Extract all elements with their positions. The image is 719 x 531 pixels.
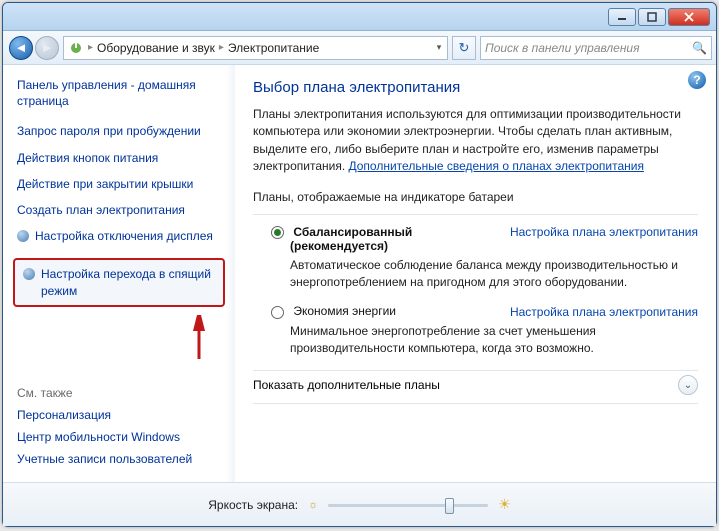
sidebar-item-display-off[interactable]: Настройка отключения дисплея — [17, 228, 231, 244]
main-panel: ? Выбор плана электропитания Планы элект… — [235, 65, 716, 482]
sidebar-item-create-plan[interactable]: Создать план электропитания — [17, 202, 231, 218]
slider-track — [328, 504, 488, 507]
sidebar-item-sleep[interactable]: Настройка перехода в спящий режим — [23, 266, 215, 298]
help-button[interactable]: ? — [688, 71, 706, 89]
bullet-icon — [23, 268, 35, 280]
footer-bar: Яркость экрана: ☼ ☀ — [3, 482, 716, 526]
see-also-mobility-center[interactable]: Центр мобильности Windows — [17, 430, 231, 444]
sidebar-item-password[interactable]: Запрос пароля при пробуждении — [17, 123, 231, 139]
see-also-heading: См. также — [17, 386, 231, 400]
arrow-left-icon: ◄ — [15, 40, 28, 55]
show-more-plans[interactable]: Показать дополнительные планы ⌄ — [253, 370, 698, 404]
power-plan-saver: Экономия энергии Настройка плана электро… — [271, 304, 698, 356]
arrow-right-icon: ► — [41, 40, 54, 55]
address-bar[interactable]: ▸ Оборудование и звук ▸ Электропитание ▾ — [63, 36, 448, 60]
plan-recommended-label: (рекомендуется) — [290, 239, 698, 253]
page-description: Планы электропитания используются для оп… — [253, 106, 698, 176]
see-also-personalization[interactable]: Персонализация — [17, 408, 231, 422]
plan-name: Экономия энергии — [293, 304, 396, 318]
maximize-button[interactable] — [638, 8, 666, 26]
divider — [253, 214, 698, 215]
brightness-label: Яркость экрана: — [208, 498, 298, 512]
sun-dim-icon: ☼ — [308, 499, 318, 511]
brightness-slider[interactable] — [328, 496, 488, 514]
chevron-down-icon: ⌄ — [678, 375, 698, 395]
refresh-button[interactable]: ↻ — [452, 36, 476, 60]
plan-settings-link[interactable]: Настройка плана электропитания — [510, 305, 698, 319]
refresh-icon: ↻ — [459, 40, 470, 56]
plan-description: Минимальное энергопотребление за счет ум… — [290, 323, 698, 357]
nav-back-forward: ◄ ► — [7, 35, 59, 61]
forward-button[interactable]: ► — [35, 36, 59, 60]
sidebar: Панель управления - домашняя страница За… — [3, 65, 235, 482]
minimize-button[interactable] — [608, 8, 636, 26]
back-button[interactable]: ◄ — [9, 36, 33, 60]
plan-name: Сбалансированный — [293, 225, 412, 239]
navigation-bar: ◄ ► ▸ Оборудование и звук ▸ Электропитан… — [3, 31, 716, 65]
sidebar-item-lid-close[interactable]: Действие при закрытии крышки — [17, 176, 231, 192]
page-title: Выбор плана электропитания — [253, 79, 698, 96]
close-button[interactable] — [668, 8, 710, 26]
minimize-icon — [617, 12, 627, 22]
address-dropdown[interactable]: ▾ — [431, 42, 447, 53]
annotation-arrow-icon — [190, 315, 208, 361]
sun-bright-icon: ☀ — [498, 496, 511, 513]
expander-label: Показать дополнительные планы — [253, 378, 440, 392]
plan-description: Автоматическое соблюдение баланса между … — [290, 257, 698, 291]
search-icon: 🔍 — [692, 41, 707, 55]
bullet-icon — [17, 230, 29, 242]
content-body: Панель управления - домашняя страница За… — [3, 65, 716, 482]
see-also-user-accounts[interactable]: Учетные записи пользователей — [17, 452, 231, 466]
help-icon: ? — [693, 73, 700, 87]
radio-balanced[interactable] — [271, 226, 284, 239]
power-icon — [68, 40, 84, 56]
titlebar — [3, 3, 716, 31]
radio-saver[interactable] — [271, 306, 284, 319]
breadcrumb-sep: ▸ — [219, 42, 224, 53]
search-box[interactable]: Поиск в панели управления 🔍 — [480, 36, 712, 60]
section-heading: Планы, отображаемые на индикаторе батаре… — [253, 190, 698, 204]
sidebar-item-power-buttons[interactable]: Действия кнопок питания — [17, 150, 231, 166]
breadcrumb-seg-1[interactable]: Оборудование и звук — [97, 41, 215, 55]
breadcrumb-seg-2[interactable]: Электропитание — [228, 41, 319, 55]
sidebar-item-label: Настройка отключения дисплея — [35, 228, 213, 244]
maximize-icon — [647, 12, 657, 22]
close-icon — [684, 12, 694, 22]
plan-settings-link[interactable]: Настройка плана электропитания — [510, 225, 698, 239]
breadcrumb-sep: ▸ — [88, 42, 93, 53]
power-plan-balanced: Сбалансированный Настройка плана электро… — [271, 225, 698, 291]
annotation-highlight-box: Настройка перехода в спящий режим — [13, 258, 225, 306]
search-placeholder: Поиск в панели управления — [485, 41, 640, 55]
slider-thumb[interactable] — [445, 498, 454, 514]
sidebar-item-label: Настройка перехода в спящий режим — [41, 266, 215, 298]
control-panel-home-link[interactable]: Панель управления - домашняя страница — [17, 77, 231, 109]
window: ◄ ► ▸ Оборудование и звук ▸ Электропитан… — [2, 2, 717, 527]
learn-more-link[interactable]: Дополнительные сведения о планах электро… — [349, 159, 644, 173]
